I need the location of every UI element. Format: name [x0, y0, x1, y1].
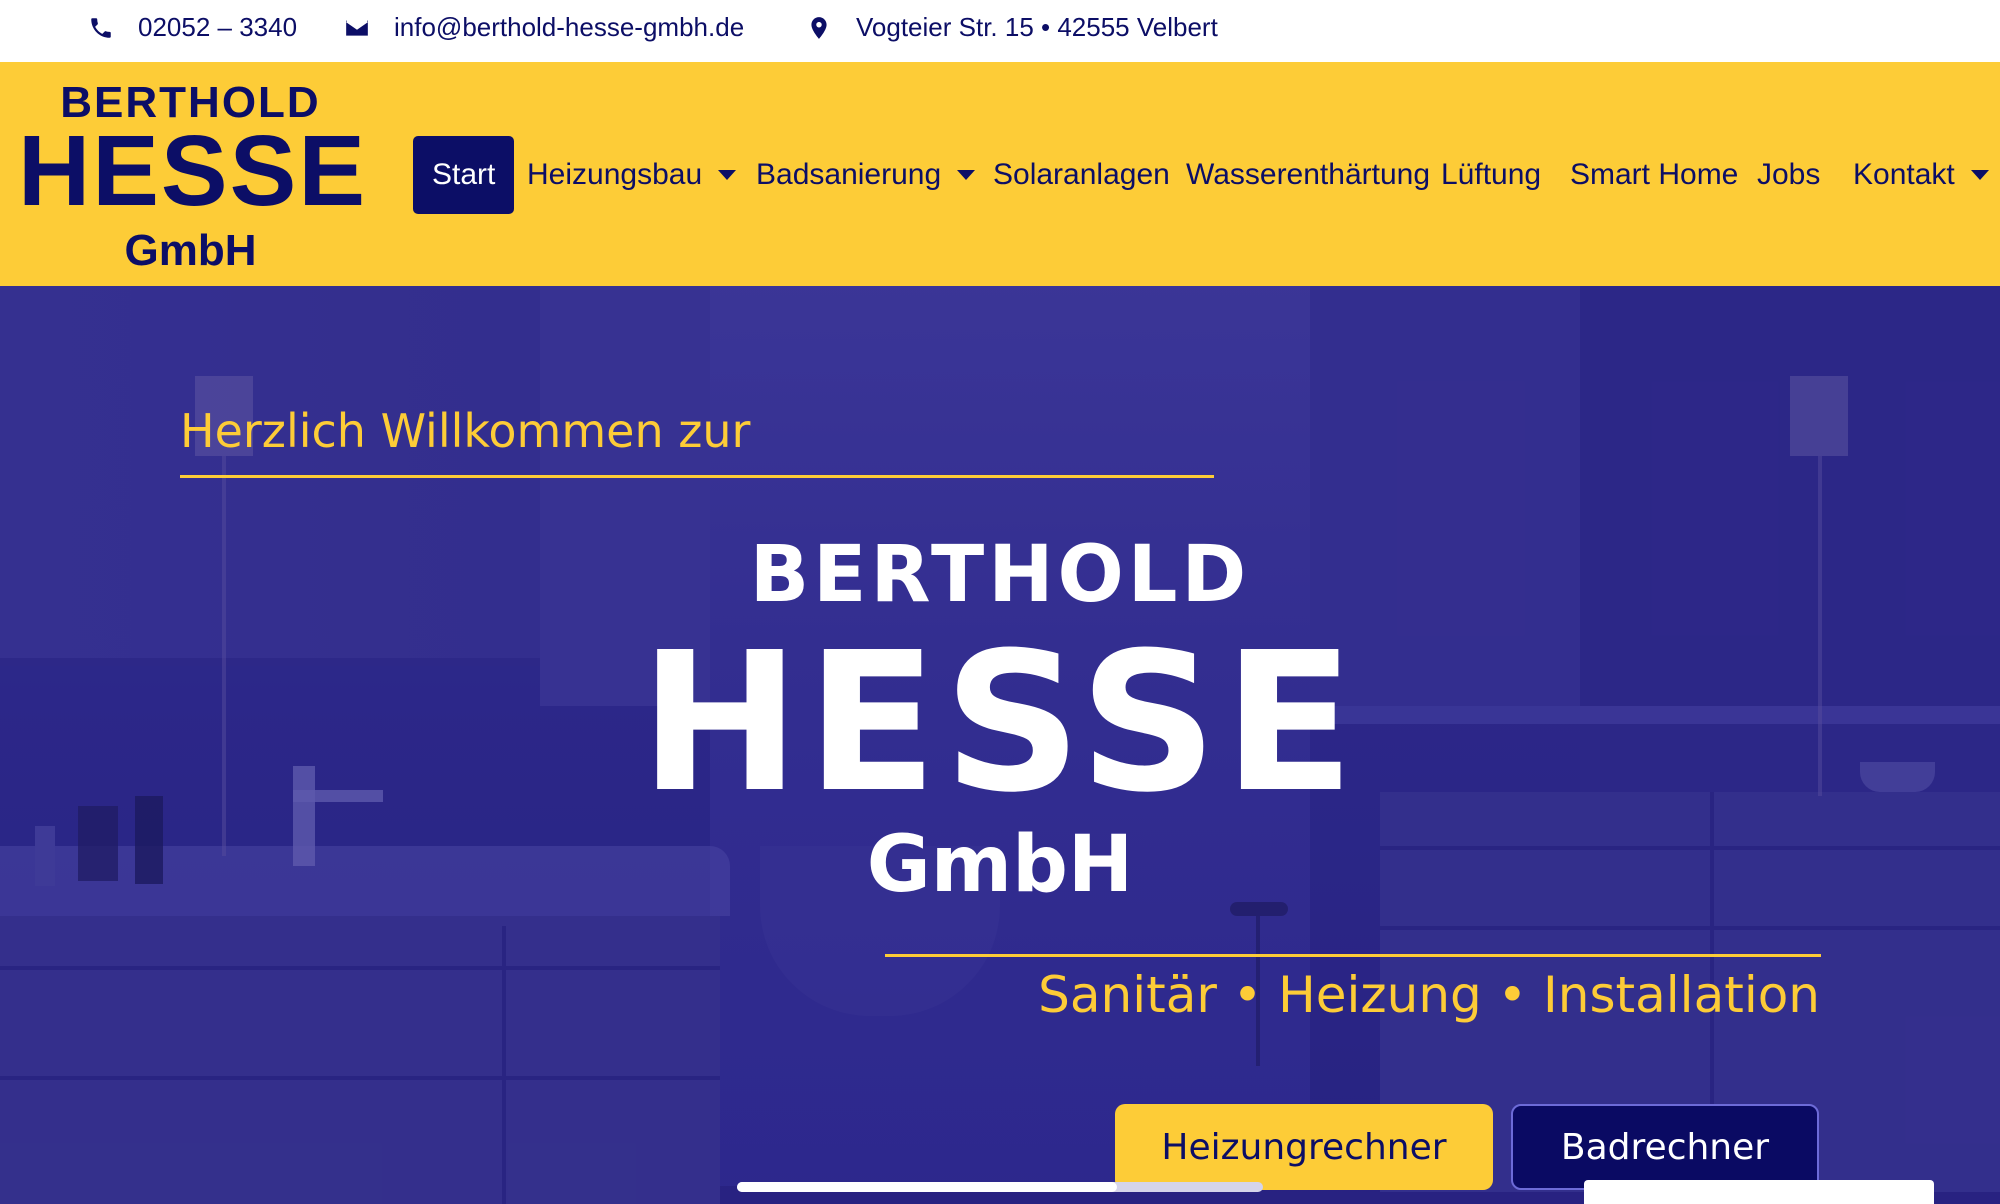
welcome-underline [180, 475, 1214, 478]
nav-item-badsanierung[interactable]: Badsanierung [756, 136, 976, 214]
address-contact[interactable]: Vogteier Str. 15 • 42555 Velbert [806, 0, 1218, 55]
email-contact[interactable]: info@berthold-hesse-gmbh.de [344, 0, 744, 55]
welcome-text: Herzlich Willkommen zur [180, 404, 751, 458]
badrechner-button[interactable]: Badrechner [1511, 1104, 1819, 1190]
carousel-progress-bar[interactable] [737, 1182, 1263, 1192]
chevron-down-icon [1970, 170, 1989, 180]
heizungrechner-button[interactable]: Heizungrechner [1115, 1104, 1493, 1190]
nav-label: Smart Home [1570, 158, 1739, 191]
company-logo[interactable]: BERTHOLD HESSE GmbH [18, 76, 368, 276]
nav-label: Start [432, 158, 496, 191]
carousel-progress-thumb[interactable] [737, 1182, 1117, 1192]
nav-item-wasserenthaertung[interactable]: Wasserenthärtung [1186, 136, 1430, 214]
nav-item-solaranlagen[interactable]: Solaranlagen [993, 136, 1170, 214]
hero-tagline: Sanitär • Heizung • Installation [1038, 966, 1820, 1024]
nav-item-smart-home[interactable]: Smart Home [1570, 136, 1738, 214]
cookie-banner-edge [1584, 1180, 1934, 1204]
street-address: Vogteier Str. 15 • 42555 Velbert [856, 12, 1218, 42]
nav-label: Badsanierung [756, 158, 942, 191]
phone-contact[interactable]: 02052 – 3340 [88, 0, 297, 55]
hero-brand-berthold: BERTHOLD [749, 530, 1251, 620]
hero-brand-hesse: HESSE [639, 612, 1361, 835]
logo-line-hesse: HESSE [18, 115, 368, 227]
nav-item-lueftung[interactable]: Lüftung [1441, 136, 1541, 214]
nav-label: Heizungsbau [527, 158, 703, 191]
envelope-icon [346, 19, 368, 36]
nav-label: Wasserenthärtung [1186, 158, 1431, 191]
tagline-overline [885, 954, 1821, 957]
hero-section: Herzlich Willkommen zur BERTHOLD HESSE G… [0, 286, 2000, 1204]
nav-label: Solaranlagen [993, 158, 1170, 191]
phone-icon [91, 17, 111, 38]
nav-item-kontakt[interactable]: Kontakt [1853, 136, 1989, 214]
email-address: info@berthold-hesse-gmbh.de [394, 12, 745, 42]
chevron-down-icon [718, 170, 737, 180]
main-header: BERTHOLD HESSE GmbH Start Heizungsbau Ba… [0, 62, 2000, 286]
chevron-down-icon [957, 170, 976, 180]
map-pin-icon [811, 16, 827, 39]
logo-line-gmbh: GmbH [124, 226, 257, 275]
nav-item-start[interactable]: Start [413, 136, 515, 214]
nav-item-heizungsbau[interactable]: Heizungsbau [527, 136, 737, 214]
nav-label: Kontakt [1853, 158, 1955, 191]
phone-number: 02052 – 3340 [138, 12, 298, 42]
nav-label: Jobs [1757, 158, 1821, 191]
hero-brand-gmbh: GmbH [866, 820, 1134, 910]
contact-bar: 02052 – 3340 info@berthold-hesse-gmbh.de… [0, 0, 2000, 62]
nav-item-jobs[interactable]: Jobs [1757, 136, 1820, 214]
nav-label: Lüftung [1441, 158, 1542, 191]
